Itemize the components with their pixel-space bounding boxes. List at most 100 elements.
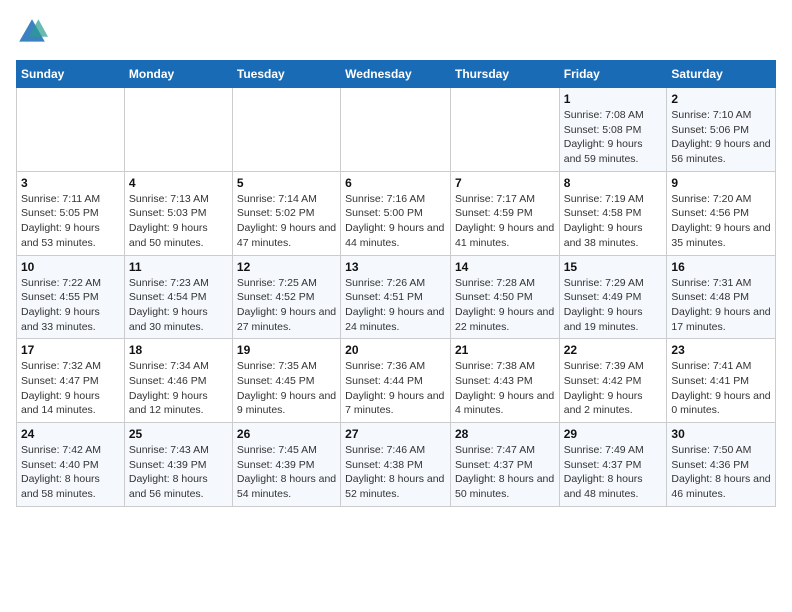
day-number: 25 (129, 427, 228, 441)
day-number: 4 (129, 176, 228, 190)
day-info: Sunrise: 7:17 AM Sunset: 4:59 PM Dayligh… (455, 192, 555, 251)
calendar-cell: 18 Sunrise: 7:34 AM Sunset: 4:46 PM Dayli… (124, 339, 232, 423)
day-info: Sunrise: 7:29 AM Sunset: 4:49 PM Dayligh… (564, 276, 663, 335)
day-number: 26 (237, 427, 336, 441)
calendar-cell: 29 Sunrise: 7:49 AM Sunset: 4:37 PM Dayli… (559, 423, 667, 507)
day-number: 1 (564, 92, 663, 106)
day-info: Sunrise: 7:42 AM Sunset: 4:40 PM Dayligh… (21, 443, 120, 502)
calendar-cell: 28 Sunrise: 7:47 AM Sunset: 4:37 PM Dayli… (450, 423, 559, 507)
day-info: Sunrise: 7:28 AM Sunset: 4:50 PM Dayligh… (455, 276, 555, 335)
header (16, 16, 776, 48)
day-number: 3 (21, 176, 120, 190)
calendar-cell: 17 Sunrise: 7:32 AM Sunset: 4:47 PM Dayli… (17, 339, 125, 423)
day-number: 21 (455, 343, 555, 357)
calendar-week-1: 1 Sunrise: 7:08 AM Sunset: 5:08 PM Daylig… (17, 88, 776, 172)
day-info: Sunrise: 7:47 AM Sunset: 4:37 PM Dayligh… (455, 443, 555, 502)
day-number: 23 (671, 343, 771, 357)
day-number: 22 (564, 343, 663, 357)
calendar-cell: 15 Sunrise: 7:29 AM Sunset: 4:49 PM Dayli… (559, 255, 667, 339)
calendar-cell: 26 Sunrise: 7:45 AM Sunset: 4:39 PM Dayli… (232, 423, 340, 507)
day-number: 30 (671, 427, 771, 441)
calendar-cell (17, 88, 125, 172)
day-info: Sunrise: 7:26 AM Sunset: 4:51 PM Dayligh… (345, 276, 446, 335)
day-number: 14 (455, 260, 555, 274)
day-number: 5 (237, 176, 336, 190)
calendar-cell (341, 88, 451, 172)
calendar-cell: 21 Sunrise: 7:38 AM Sunset: 4:43 PM Dayli… (450, 339, 559, 423)
day-number: 11 (129, 260, 228, 274)
calendar-cell: 24 Sunrise: 7:42 AM Sunset: 4:40 PM Dayli… (17, 423, 125, 507)
weekday-header-saturday: Saturday (667, 61, 776, 88)
calendar-week-4: 17 Sunrise: 7:32 AM Sunset: 4:47 PM Dayli… (17, 339, 776, 423)
calendar-cell: 8 Sunrise: 7:19 AM Sunset: 4:58 PM Daylig… (559, 171, 667, 255)
day-number: 10 (21, 260, 120, 274)
day-number: 19 (237, 343, 336, 357)
calendar-cell: 19 Sunrise: 7:35 AM Sunset: 4:45 PM Dayli… (232, 339, 340, 423)
day-info: Sunrise: 7:16 AM Sunset: 5:00 PM Dayligh… (345, 192, 446, 251)
day-info: Sunrise: 7:35 AM Sunset: 4:45 PM Dayligh… (237, 359, 336, 418)
day-number: 7 (455, 176, 555, 190)
day-number: 15 (564, 260, 663, 274)
day-info: Sunrise: 7:34 AM Sunset: 4:46 PM Dayligh… (129, 359, 228, 418)
day-info: Sunrise: 7:41 AM Sunset: 4:41 PM Dayligh… (671, 359, 771, 418)
calendar-cell: 1 Sunrise: 7:08 AM Sunset: 5:08 PM Daylig… (559, 88, 667, 172)
weekday-header-sunday: Sunday (17, 61, 125, 88)
day-info: Sunrise: 7:49 AM Sunset: 4:37 PM Dayligh… (564, 443, 663, 502)
weekday-header-friday: Friday (559, 61, 667, 88)
day-info: Sunrise: 7:22 AM Sunset: 4:55 PM Dayligh… (21, 276, 120, 335)
calendar-cell: 23 Sunrise: 7:41 AM Sunset: 4:41 PM Dayli… (667, 339, 776, 423)
day-number: 18 (129, 343, 228, 357)
day-info: Sunrise: 7:38 AM Sunset: 4:43 PM Dayligh… (455, 359, 555, 418)
day-number: 8 (564, 176, 663, 190)
calendar-cell: 14 Sunrise: 7:28 AM Sunset: 4:50 PM Dayli… (450, 255, 559, 339)
day-info: Sunrise: 7:36 AM Sunset: 4:44 PM Dayligh… (345, 359, 446, 418)
calendar-week-2: 3 Sunrise: 7:11 AM Sunset: 5:05 PM Daylig… (17, 171, 776, 255)
day-info: Sunrise: 7:50 AM Sunset: 4:36 PM Dayligh… (671, 443, 771, 502)
calendar-table: SundayMondayTuesdayWednesdayThursdayFrid… (16, 60, 776, 507)
calendar-cell: 20Sunrise: 7:36 AM Sunset: 4:44 PM Dayli… (341, 339, 451, 423)
calendar-cell: 27 Sunrise: 7:46 AM Sunset: 4:38 PM Dayli… (341, 423, 451, 507)
weekday-header-tuesday: Tuesday (232, 61, 340, 88)
day-info: Sunrise: 7:19 AM Sunset: 4:58 PM Dayligh… (564, 192, 663, 251)
calendar-week-3: 10 Sunrise: 7:22 AM Sunset: 4:55 PM Dayli… (17, 255, 776, 339)
day-number: 12 (237, 260, 336, 274)
day-number: 27 (345, 427, 446, 441)
day-number: 17 (21, 343, 120, 357)
day-info: Sunrise: 7:08 AM Sunset: 5:08 PM Dayligh… (564, 108, 663, 167)
calendar-cell: 2Sunrise: 7:10 AM Sunset: 5:06 PM Daylig… (667, 88, 776, 172)
day-info: Sunrise: 7:23 AM Sunset: 4:54 PM Dayligh… (129, 276, 228, 335)
calendar-cell: 9 Sunrise: 7:20 AM Sunset: 4:56 PM Daylig… (667, 171, 776, 255)
calendar-cell (450, 88, 559, 172)
day-info: Sunrise: 7:45 AM Sunset: 4:39 PM Dayligh… (237, 443, 336, 502)
logo-icon (16, 16, 48, 48)
day-info: Sunrise: 7:20 AM Sunset: 4:56 PM Dayligh… (671, 192, 771, 251)
calendar-cell: 11 Sunrise: 7:23 AM Sunset: 4:54 PM Dayli… (124, 255, 232, 339)
calendar-cell: 6 Sunrise: 7:16 AM Sunset: 5:00 PM Daylig… (341, 171, 451, 255)
logo (16, 16, 52, 48)
day-info: Sunrise: 7:39 AM Sunset: 4:42 PM Dayligh… (564, 359, 663, 418)
calendar-cell: 7 Sunrise: 7:17 AM Sunset: 4:59 PM Daylig… (450, 171, 559, 255)
day-info: Sunrise: 7:10 AM Sunset: 5:06 PM Dayligh… (671, 108, 771, 167)
day-info: Sunrise: 7:14 AM Sunset: 5:02 PM Dayligh… (237, 192, 336, 251)
calendar-cell (124, 88, 232, 172)
day-info: Sunrise: 7:31 AM Sunset: 4:48 PM Dayligh… (671, 276, 771, 335)
day-info: Sunrise: 7:43 AM Sunset: 4:39 PM Dayligh… (129, 443, 228, 502)
calendar-cell: 25 Sunrise: 7:43 AM Sunset: 4:39 PM Dayli… (124, 423, 232, 507)
day-info: Sunrise: 7:46 AM Sunset: 4:38 PM Dayligh… (345, 443, 446, 502)
calendar-cell: 22 Sunrise: 7:39 AM Sunset: 4:42 PM Dayli… (559, 339, 667, 423)
day-number: 29 (564, 427, 663, 441)
day-number: 24 (21, 427, 120, 441)
calendar-cell: 10 Sunrise: 7:22 AM Sunset: 4:55 PM Dayli… (17, 255, 125, 339)
weekday-header-wednesday: Wednesday (341, 61, 451, 88)
day-number: 13 (345, 260, 446, 274)
day-number: 6 (345, 176, 446, 190)
day-info: Sunrise: 7:32 AM Sunset: 4:47 PM Dayligh… (21, 359, 120, 418)
day-number: 9 (671, 176, 771, 190)
calendar-cell: 30 Sunrise: 7:50 AM Sunset: 4:36 PM Dayli… (667, 423, 776, 507)
calendar-cell: 16Sunrise: 7:31 AM Sunset: 4:48 PM Dayli… (667, 255, 776, 339)
weekday-header-thursday: Thursday (450, 61, 559, 88)
day-info: Sunrise: 7:11 AM Sunset: 5:05 PM Dayligh… (21, 192, 120, 251)
calendar-cell: 3 Sunrise: 7:11 AM Sunset: 5:05 PM Daylig… (17, 171, 125, 255)
day-number: 28 (455, 427, 555, 441)
weekday-header-monday: Monday (124, 61, 232, 88)
